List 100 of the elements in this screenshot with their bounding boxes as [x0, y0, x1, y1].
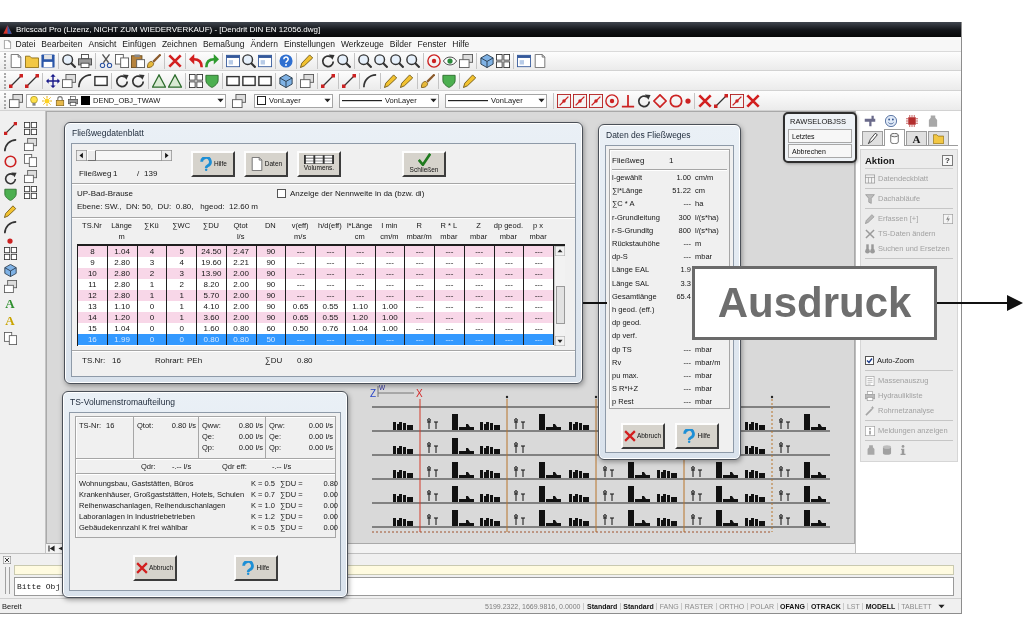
- up-arrow-icon[interactable]: [555, 246, 565, 256]
- chip-icon[interactable]: [906, 114, 918, 127]
- cross-icon[interactable]: [746, 93, 760, 108]
- menu-item[interactable]: Einfügen: [119, 38, 159, 50]
- menu-item[interactable]: Bearbeiten: [38, 38, 85, 50]
- grid-icon[interactable]: [189, 73, 203, 88]
- cube-icon[interactable]: [279, 73, 293, 88]
- help-icon[interactable]: [279, 54, 293, 68]
- rotate-arrow-icon[interactable]: [637, 93, 651, 108]
- checkbox[interactable]: [865, 356, 874, 365]
- pencil-icon[interactable]: [384, 73, 398, 88]
- circle-icon[interactable]: [3, 155, 17, 168]
- clipboard-icon[interactable]: [131, 54, 145, 68]
- window-icon[interactable]: [226, 54, 240, 68]
- copy-icon[interactable]: [24, 154, 37, 167]
- pencil-icon[interactable]: [3, 204, 17, 218]
- undo-arrow-icon[interactable]: [189, 54, 203, 68]
- magnifier-icon[interactable]: [337, 54, 351, 68]
- target-icon[interactable]: [427, 54, 441, 68]
- document-icon[interactable]: [533, 54, 547, 68]
- eye-icon[interactable]: [443, 54, 457, 68]
- stacked-sheets-icon[interactable]: [232, 93, 246, 108]
- rectangle-icon[interactable]: [226, 73, 240, 88]
- magnifier-icon[interactable]: [374, 54, 388, 68]
- redo-arrow-icon[interactable]: [205, 54, 219, 68]
- move-arrows-icon[interactable]: [46, 73, 60, 88]
- triangle-icon[interactable]: [168, 73, 182, 88]
- table-row[interactable]: 12 2.80 1 1 5.70 2.00 90 --- --- --- --- --- --- --- --- ---: [78, 290, 554, 301]
- copy-icon[interactable]: [115, 54, 129, 68]
- magnifier-icon[interactable]: [242, 54, 256, 68]
- snap-marker-icon[interactable]: [557, 93, 571, 108]
- cube-icon[interactable]: [480, 54, 494, 68]
- stacked-sheets-icon[interactable]: [459, 54, 473, 68]
- table-row[interactable]: 14 1.20 0 1 3.60 2.00 90 0.65 0.55 1.20 1.00 --- --- --- --- ---: [78, 312, 554, 323]
- line-icon[interactable]: [714, 93, 728, 108]
- shield-icon[interactable]: [442, 73, 456, 88]
- stacked-sheets-icon[interactable]: [24, 170, 37, 183]
- menu-item[interactable]: Zeichnen: [159, 38, 200, 50]
- magnifier-icon[interactable]: [406, 54, 420, 68]
- document-icon[interactable]: [9, 54, 23, 68]
- menu-item[interactable]: Bemaßung: [200, 38, 247, 50]
- text-tool[interactable]: A: [3, 296, 17, 311]
- panel-tab[interactable]: [884, 129, 905, 146]
- grid-icon[interactable]: [24, 186, 37, 199]
- smiley-icon[interactable]: [885, 114, 897, 127]
- arc-icon[interactable]: [78, 73, 92, 88]
- dot-icon[interactable]: [7, 237, 13, 244]
- rotate-arrow-icon[interactable]: [131, 73, 145, 88]
- perpendicular-icon[interactable]: [621, 93, 635, 108]
- circle-icon[interactable]: [669, 93, 683, 108]
- dot-icon[interactable]: [685, 97, 691, 104]
- menu-item[interactable]: Fenster: [415, 38, 449, 50]
- copy-icon[interactable]: [3, 331, 17, 345]
- checkbox-option[interactable]: Anzeige der Nennweite in da (bzw. di): [277, 189, 425, 217]
- brush-icon[interactable]: [421, 73, 435, 88]
- rectangle-icon[interactable]: [94, 73, 108, 88]
- grid-icon[interactable]: [24, 122, 37, 135]
- slider-thumb[interactable]: [87, 149, 96, 161]
- scissors-icon[interactable]: [99, 54, 113, 68]
- diamond-icon[interactable]: [653, 93, 667, 108]
- window-icon[interactable]: [517, 54, 531, 68]
- brush-icon[interactable]: [147, 54, 161, 68]
- menu-item[interactable]: Ändern: [247, 38, 281, 50]
- grid-icon[interactable]: [496, 54, 510, 68]
- cross-icon[interactable]: [168, 54, 182, 68]
- rotate-arrow-icon[interactable]: [321, 54, 335, 68]
- rotate-arrow-icon[interactable]: [3, 171, 17, 185]
- magnifier-icon[interactable]: [62, 54, 76, 68]
- line-icon[interactable]: [321, 73, 335, 88]
- rectangle-icon[interactable]: [258, 73, 272, 88]
- line-icon[interactable]: [9, 73, 23, 88]
- window-icon[interactable]: [258, 54, 272, 68]
- table-row[interactable]: 8 1.04 4 5 24.50 2.47 90 --- --- --- --- --- --- --- --- ---: [78, 246, 554, 257]
- menu-item[interactable]: Datei: [13, 38, 38, 50]
- shield-icon[interactable]: [3, 188, 17, 201]
- stacked-sheets-icon[interactable]: [62, 73, 76, 88]
- menu-item[interactable]: Werkzeuge: [338, 38, 387, 50]
- panel-tab[interactable]: [862, 131, 883, 145]
- rectangle-icon[interactable]: [242, 73, 256, 88]
- line-icon[interactable]: [3, 122, 17, 135]
- menu-item[interactable]: Einstellungen: [281, 38, 338, 50]
- cross-icon[interactable]: [698, 93, 712, 108]
- stacked-sheets-icon[interactable]: [9, 93, 23, 108]
- menu-item[interactable]: Ansicht: [85, 38, 119, 50]
- snap-marker-icon[interactable]: [589, 93, 603, 108]
- target-icon[interactable]: [605, 93, 619, 108]
- snap-marker-icon[interactable]: [573, 93, 587, 108]
- cube-icon[interactable]: [3, 263, 17, 277]
- shield-icon[interactable]: [205, 73, 219, 88]
- checkbox[interactable]: [277, 189, 286, 198]
- pencil-icon[interactable]: [400, 73, 414, 88]
- scrollbar[interactable]: [554, 246, 565, 346]
- menu-item[interactable]: Bilder: [387, 38, 414, 50]
- stacked-sheets-icon[interactable]: [3, 280, 17, 293]
- scroll-thumb[interactable]: [556, 286, 565, 324]
- table-row[interactable]: 10 2.80 2 3 13.90 2.00 90 --- --- --- --- --- --- --- --- ---: [78, 268, 554, 279]
- pencil-icon[interactable]: [300, 54, 314, 68]
- stacked-sheets-icon[interactable]: [300, 73, 314, 88]
- magnifier-icon[interactable]: [358, 54, 372, 68]
- pencil-icon[interactable]: [463, 73, 477, 88]
